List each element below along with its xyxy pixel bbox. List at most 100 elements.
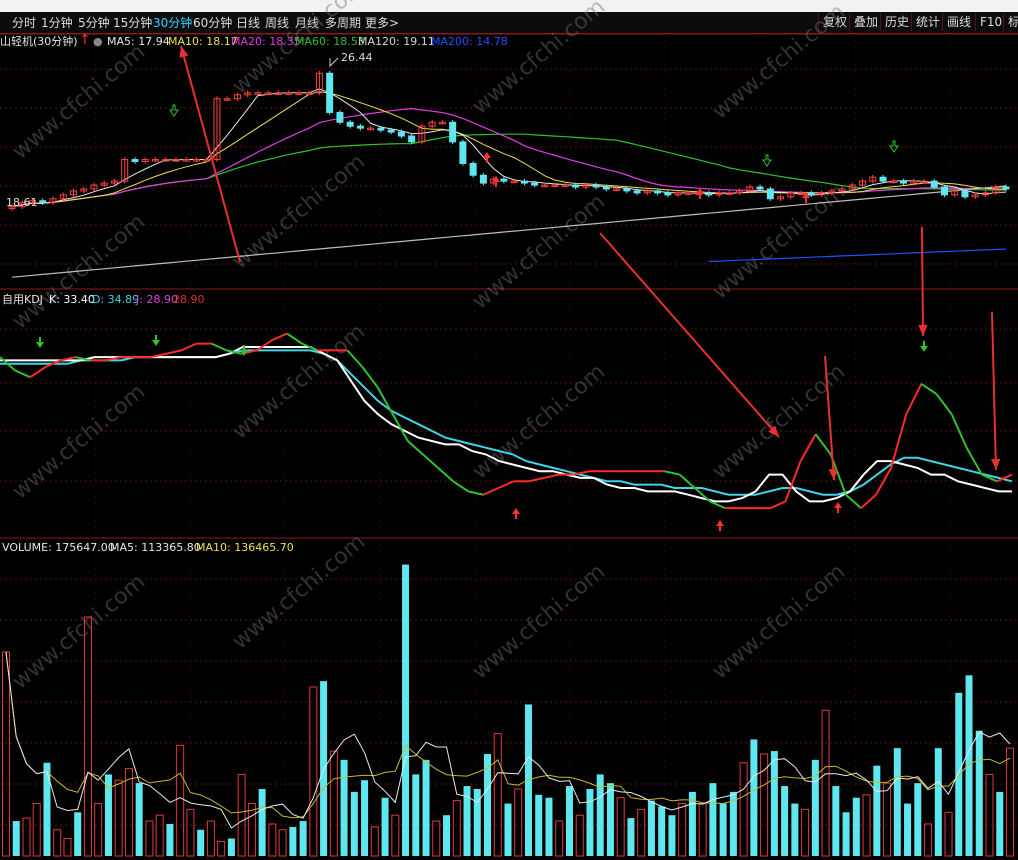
volume-bar-67	[688, 791, 696, 856]
watermark-text-9: www.cfchi.com	[228, 319, 370, 444]
volume-bar-22	[227, 838, 235, 856]
kdj-sell-arrow-icon-3	[920, 341, 928, 352]
volume-bar-9	[94, 803, 103, 857]
low-price-label: 18.61	[6, 196, 38, 209]
kdj-buy-arrow-icon-1	[716, 520, 724, 531]
volume-bar-82	[842, 812, 850, 856]
volume-bar-39	[402, 564, 410, 856]
volume-bar-54	[555, 820, 564, 857]
watermark-text-12: www.cfchi.com	[8, 569, 150, 694]
candle-body-51	[531, 182, 539, 186]
volume-bar-90	[924, 823, 933, 857]
volume-bar-23	[237, 773, 246, 857]
candle-body-85	[879, 176, 887, 182]
volume-ma10-line	[5, 651, 1011, 819]
kdj-sell-arrow-icon-1	[152, 335, 160, 346]
volume-bar-53	[545, 797, 553, 856]
volume-bar-49	[504, 803, 512, 856]
volume-bar-73	[750, 739, 758, 856]
volume-bar-60	[616, 797, 625, 857]
kdj-j-segment-20	[286, 332, 303, 345]
stock-name: 山轻机(30分钟)	[0, 35, 78, 48]
kdj-j-segment-19	[271, 332, 288, 342]
volume-label-1: MA5: 113365.80	[110, 541, 201, 554]
volume-bar-83	[852, 797, 860, 856]
ma5-line	[11, 88, 1007, 208]
settings-circle-icon[interactable]: ●	[93, 35, 103, 49]
volume-bar-66	[678, 803, 687, 857]
volume-bar-70	[719, 803, 727, 856]
volume-bar-57	[586, 788, 594, 856]
volume-bar-32	[329, 750, 338, 857]
volume-bar-34	[350, 791, 358, 856]
chart-canvas[interactable]: www.cfchi.com www.cfchi.com www.cfchi.com w…	[0, 0, 1018, 860]
candle-body-93	[961, 190, 969, 198]
ma-label-2: MA20: 18.35	[231, 35, 301, 48]
kdj-j-segment-29	[422, 453, 439, 469]
kdj-j-segment-24	[346, 349, 364, 368]
candle-body-38	[397, 131, 405, 137]
volume-bar-41	[422, 759, 430, 856]
candle-body-45	[469, 162, 477, 176]
volume-bar-55	[565, 786, 573, 856]
ma-label-0: MA5: 17.94	[107, 35, 170, 48]
volume-bar-87	[893, 748, 901, 856]
kdj-j-segment-34	[498, 480, 514, 489]
ma-label-1: MA10: 18.17	[168, 35, 238, 48]
volume-bar-62	[637, 808, 646, 857]
kdj-label-3: 28.90	[173, 293, 205, 306]
volume-label-0: VOLUME: 175647.00	[2, 541, 115, 554]
sell-arrow-icon-0	[169, 104, 179, 117]
annotation-arrow-line-4	[991, 311, 997, 471]
candle-body-91	[941, 186, 949, 196]
candle-body-87	[900, 180, 908, 184]
candle-body-3	[39, 200, 47, 204]
volume-bar-72	[739, 762, 748, 857]
volume-bar-44	[452, 800, 461, 857]
candle-body-90	[930, 180, 938, 188]
volume-bar-75	[770, 751, 778, 856]
kdj-j-segment-13	[180, 342, 197, 352]
volume-bar-85	[873, 765, 881, 856]
volume-bar-29	[299, 821, 307, 856]
volume-bar-19	[197, 829, 205, 856]
kdj-sell-arrow-icon-0	[36, 337, 44, 348]
volume-bar-69	[709, 783, 717, 856]
annotation-arrowhead-icon-2	[828, 468, 838, 480]
kdj-j-segment-57	[845, 493, 862, 509]
chart-window: { "toolbar": { "periods": ["分时","1分钟","5…	[0, 0, 1018, 860]
candle-body-50	[520, 180, 528, 184]
volume-bar-4	[43, 762, 51, 856]
candle-body-39	[408, 135, 416, 143]
annotation-arrows	[179, 45, 1001, 481]
volume-bar-92	[944, 811, 953, 857]
ma-label-3: MA60: 18.53	[295, 35, 365, 48]
kdj-j-segment-18	[256, 339, 273, 352]
volume-bar-61	[627, 818, 635, 856]
candle-body-64	[664, 192, 672, 196]
annotation-arrowhead-icon-4	[991, 458, 1001, 470]
volume-bar-48	[493, 733, 502, 857]
ma-label-4: MA120: 19.11	[358, 35, 435, 48]
kdj-j-segment-45	[664, 470, 680, 476]
volume-bar-81	[832, 786, 840, 856]
volume-bar-16	[166, 823, 174, 856]
volume-bar-24	[247, 803, 256, 857]
ma60-line	[11, 133, 1007, 208]
volume-bar-2	[22, 817, 31, 857]
candle-body-58	[602, 186, 610, 190]
candle-body-73	[756, 186, 764, 190]
volume-bar-50	[514, 788, 523, 857]
volume-bar-51	[524, 704, 532, 856]
candle-body-78	[807, 192, 815, 196]
volume-bar-59	[606, 783, 614, 856]
candle-body-48	[500, 178, 508, 182]
volume-bar-52	[535, 794, 543, 856]
kdj-name: 自用KDJ	[2, 293, 43, 306]
kdj-j-segment-63	[935, 393, 953, 415]
watermark-text-3: www.cfchi.com	[708, 0, 850, 125]
watermark-text-8: www.cfchi.com	[8, 379, 150, 504]
candle-body-55	[572, 184, 580, 188]
volume-bar-14	[145, 820, 154, 857]
volume-bar-98	[1006, 747, 1014, 857]
